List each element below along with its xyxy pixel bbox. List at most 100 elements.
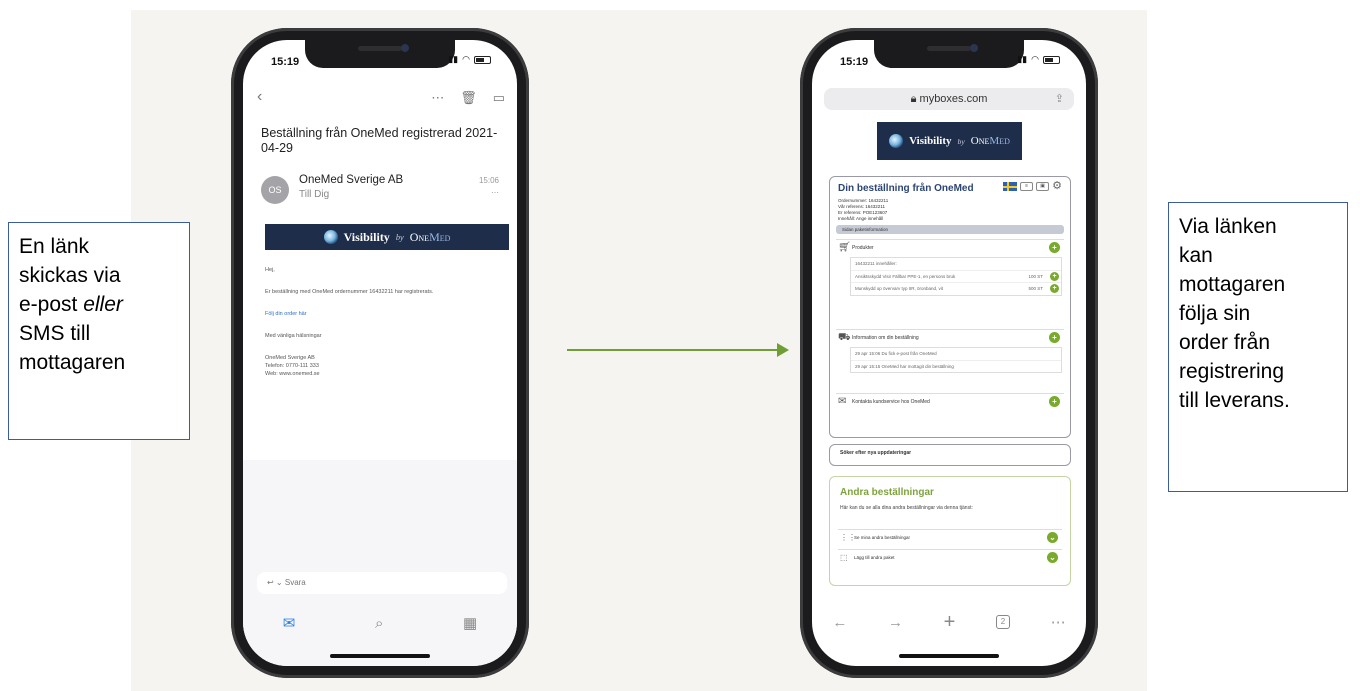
products-box: 16432211 innehåller: Ansiktsskydd Visir … xyxy=(850,257,1062,296)
home-indicator xyxy=(330,654,430,658)
callout-left-line-3-a: e-post xyxy=(19,293,84,316)
more-icon[interactable]: ⋯ xyxy=(431,90,444,106)
signature-company: OneMed Sverige AB xyxy=(265,355,315,361)
expand-contact-icon[interactable]: + xyxy=(1049,396,1060,407)
signature-web: Web: www.onemed.se xyxy=(265,371,320,377)
signal-icon: ▮▮ xyxy=(1017,54,1028,64)
lock-icon: 🔒︎ xyxy=(910,93,920,105)
callout-right-line-6: registrering xyxy=(1179,360,1285,383)
sender-row[interactable]: OS OneMed Sverige AB Till Dig 15:06 ⋯ xyxy=(261,174,503,214)
eye-logo-icon xyxy=(889,134,904,148)
order-title: Din beställning från OneMed xyxy=(838,183,974,194)
order-actions: ≡ ▣ ⚙ xyxy=(1003,181,1062,192)
product-order: 16432211 innehåller: xyxy=(855,261,897,266)
callout-right-line-7: till leverans. xyxy=(1179,389,1290,412)
callout-left-line-1: En länk xyxy=(19,235,90,258)
sender-name: OneMed Sverige AB xyxy=(299,174,404,186)
order-info-row[interactable]: ⛟ Information om din beställning + xyxy=(836,329,1064,345)
other-orders-card: Andra beställningar Här kan du se alla d… xyxy=(829,476,1071,586)
status-time: 15:19 xyxy=(840,56,869,68)
event-row: 29 apr 15:06 Du fick e-post från OneMed xyxy=(851,348,1061,360)
brand-med: Med xyxy=(989,135,1010,147)
status-icons: ▮▮ ◠ xyxy=(1017,54,1060,65)
language-icon[interactable]: ≡ xyxy=(1020,182,1034,191)
visibility-banner: Visibility by OneMed xyxy=(265,224,509,250)
brand-name: OneMed xyxy=(971,135,1010,147)
callout-right-line-1: Via länken xyxy=(1179,215,1277,238)
sender-more-icon[interactable]: ⋯ xyxy=(491,188,499,197)
sender-recipient: Till Dig xyxy=(299,189,330,200)
more-icon[interactable]: ⋯ xyxy=(1051,613,1066,631)
product-expand-icon[interactable]: + xyxy=(1050,284,1059,293)
order-content: Innehåll: Ange innehåll xyxy=(838,216,884,221)
contact-row[interactable]: ✉ Kontakta kundservice hos OneMed + xyxy=(836,393,1064,409)
greeting: Hej, xyxy=(265,267,275,273)
event-row: 29 apr 15:15 OneMed har mottagit din bes… xyxy=(851,360,1061,372)
brand-name: OneMed xyxy=(410,230,451,245)
regards: Med vänliga hälsningar xyxy=(265,333,322,339)
gear-icon[interactable]: ⚙ xyxy=(1052,181,1062,192)
new-tab-icon[interactable]: + xyxy=(944,611,956,634)
add-package-row[interactable]: ⬚ Lägg till andra paket ⌄ xyxy=(838,549,1062,565)
mail-tab-icon[interactable]: ✉ xyxy=(283,614,296,632)
body-line: Er beställning med OneMed ordernummer 16… xyxy=(265,289,434,295)
swedish-flag-icon[interactable] xyxy=(1003,182,1018,191)
url-text: myboxes.com xyxy=(919,93,988,105)
back-icon[interactable]: ‹ xyxy=(257,88,262,106)
order-card: Din beställning från OneMed ≡ ▣ ⚙ Ordern… xyxy=(829,176,1071,438)
other-orders-title: Andra beställningar xyxy=(840,487,934,498)
package-info-pill[interactable]: Sidan paketinformation xyxy=(836,225,1064,234)
mail-screen: 15:19 ▮▮ ◠ ‹ ⋯ 🗑︎ ▭ Beställning från One… xyxy=(243,40,517,666)
event-time: 29 apr 15:15 xyxy=(855,364,881,369)
url-bar[interactable]: 🔒︎ myboxes.com ⇪ xyxy=(824,88,1074,110)
product-order-row: 16432211 innehåller: xyxy=(851,258,1061,270)
back-arrow-icon[interactable]: ← xyxy=(832,614,847,631)
canvas: En länk skickas via e-post eller SMS til… xyxy=(0,0,1360,691)
envelope-icon: ✉ xyxy=(838,396,847,407)
products-label: Produkter xyxy=(852,245,874,251)
callout-left-line-3: e-post eller xyxy=(19,290,179,319)
package-icon: ⬚ xyxy=(840,553,848,562)
tracking-link[interactable]: Följ din order här xyxy=(265,310,505,318)
product-row: Ansiktsskydd Visir Fällbar PPE-1, en per… xyxy=(851,270,1061,282)
callout-right-line-4: följa sin xyxy=(1179,302,1251,325)
banner-word: Visibility xyxy=(343,229,390,244)
event-time: 29 apr 15:06 xyxy=(855,351,881,356)
share-icon[interactable]: ⇪ xyxy=(1055,88,1064,110)
other-orders-row[interactable]: ⋮⋮ Se mina andra beställningar ⌄ xyxy=(838,529,1062,545)
expand-info-icon[interactable]: + xyxy=(1049,332,1060,343)
mail-toolbar: ‹ ⋯ 🗑︎ ▭ xyxy=(257,88,505,110)
truck-icon: ⛟ xyxy=(838,332,851,343)
product-row: Munskydd op övervarv typ IIR, öronband, … xyxy=(851,282,1061,294)
battery-icon xyxy=(474,55,491,64)
expand-products-icon[interactable]: + xyxy=(1049,242,1060,253)
chevron-down-icon[interactable]: ⌄ xyxy=(1047,552,1058,563)
tabs-icon[interactable]: 2 xyxy=(995,615,1010,629)
reply-box[interactable]: ↩ ⌄ Svara xyxy=(257,572,507,594)
other-orders-row-label: Se mina andra beställningar xyxy=(854,535,911,540)
calendar-icon[interactable]: ▦ xyxy=(463,614,477,632)
contact-label: Kontakta kundservice hos OneMed xyxy=(852,399,930,405)
cart-icon: 🛒︎ xyxy=(838,242,851,253)
search-icon[interactable]: ⌕ xyxy=(375,615,383,632)
event-text: OneMed har mottagit din beställning xyxy=(881,364,954,369)
battery-icon xyxy=(1043,55,1060,64)
updates-card: Söker efter nya uppdateringar xyxy=(829,444,1071,466)
products-row[interactable]: 🛒︎ Produkter + xyxy=(836,239,1064,255)
wifi-icon: ◠ xyxy=(1031,54,1039,64)
callout-right-line-5: order från xyxy=(1179,331,1271,354)
callout-left: En länk skickas via e-post eller SMS til… xyxy=(8,222,190,440)
eye-logo-icon xyxy=(323,230,338,244)
product-qty: 500 ST xyxy=(1028,286,1043,291)
flow-arrow-head xyxy=(777,343,789,357)
mail-tools: ⋯ 🗑︎ ▭ xyxy=(431,90,505,106)
forward-arrow-icon[interactable]: → xyxy=(888,614,903,631)
archive-icon[interactable]: ▭ xyxy=(493,90,505,106)
callout-right-line-2: kan xyxy=(1179,244,1213,267)
print-icon[interactable]: ▣ xyxy=(1036,182,1050,191)
product-expand-icon[interactable]: + xyxy=(1050,272,1059,281)
phone-mail: 15:19 ▮▮ ◠ ‹ ⋯ 🗑︎ ▭ Beställning från One… xyxy=(231,28,529,678)
trash-icon[interactable]: 🗑︎ xyxy=(460,90,477,106)
chevron-down-icon[interactable]: ⌄ xyxy=(1047,532,1058,543)
status-icons: ▮▮ ◠ xyxy=(448,54,491,65)
